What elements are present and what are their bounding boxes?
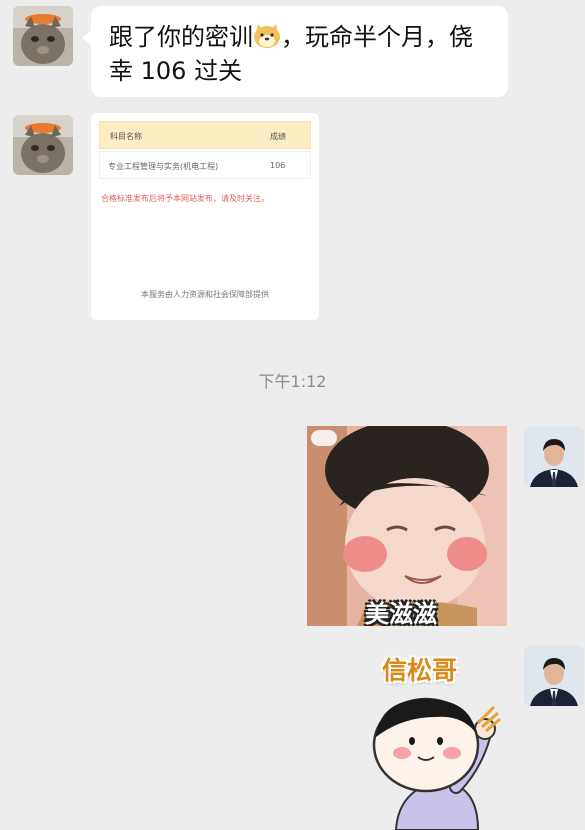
contact-avatar[interactable] [13,6,73,66]
message-timestamp: 下午1:12 [258,372,327,391]
score-table-header: 科目名称 成绩 [99,121,311,149]
contact-avatar[interactable] [13,115,73,175]
score-table-row: 专业工程管理与实务(机电工程) 106 [99,151,311,179]
score-footer: 本服务由人力资源和社会保障部提供 [141,290,269,299]
cat-avatar-image [13,115,73,175]
doge-face-icon [253,23,281,49]
my-avatar[interactable] [524,427,584,487]
baby-sticker-caption: 美滋滋 [365,600,437,626]
my-avatar[interactable] [524,646,584,706]
subject-column-header: 科目名称 [110,132,142,141]
message-text: 跟了你的密训 [109,23,253,51]
score-screenshot-image[interactable]: 科目名称 成绩 专业工程管理与实务(机电工程) 106 合格标准发布后将予本网站… [91,113,319,320]
cartoon-boy-caption: 信松哥 [382,656,458,685]
cartoon-boy-sticker[interactable]: 信松哥 [366,647,506,830]
message-bubble[interactable]: 跟了你的密训 ，玩命半个月，侥幸 106 过关 [82,6,508,97]
cat-avatar-image [13,6,73,66]
man-avatar-image [524,646,584,706]
subject-name: 专业工程管理与实务(机电工程) [108,162,219,171]
score-value: 106 [270,161,286,170]
score-column-header: 成绩 [270,132,286,141]
man-avatar-image [524,427,584,487]
baby-sticker[interactable]: 美滋滋 [307,426,507,626]
score-notice: 合格标准发布后将予本网站发布，请及时关注。 [101,194,269,203]
